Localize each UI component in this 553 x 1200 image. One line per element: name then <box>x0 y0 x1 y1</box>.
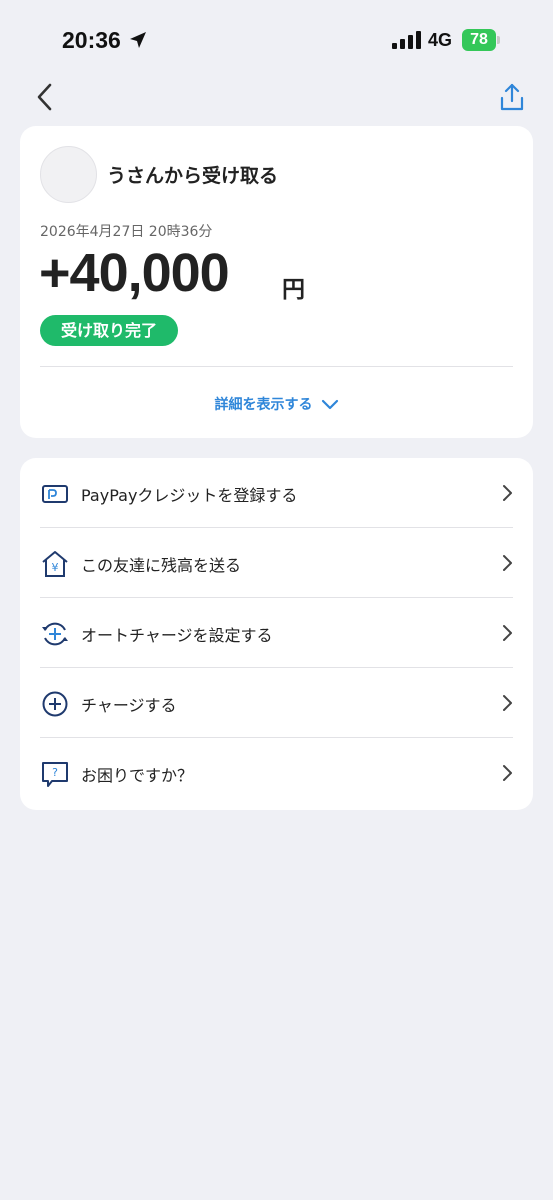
menu-item-help[interactable]: ? お困りですか？ <box>20 738 533 808</box>
cellular-signal-icon <box>392 31 421 49</box>
menu-item-send-balance[interactable]: ¥ この友達に残高を送る <box>20 528 533 598</box>
transaction-card: うさんから受け取る 2026年4月27日 20時36分 +40,000 円 受け… <box>20 126 533 438</box>
transaction-datetime: 2026年4月27日 20時36分 <box>40 224 213 240</box>
card-icon <box>42 485 68 503</box>
svg-text:?: ? <box>52 766 58 779</box>
divider <box>40 366 513 367</box>
menu-item-label: PayPayクレジットを登録する <box>81 486 298 505</box>
share-icon[interactable] <box>498 82 526 112</box>
network-type: 4G <box>428 30 453 50</box>
currency-unit: 円 <box>282 277 305 303</box>
house-yen-icon: ¥ <box>42 551 68 577</box>
battery-level: 78 <box>470 31 488 48</box>
chevron-right-icon <box>503 625 512 641</box>
status-time: 20:36 <box>62 27 121 53</box>
show-details-link[interactable]: 詳細を表示する <box>20 394 533 414</box>
battery-cap <box>497 36 500 44</box>
chevron-right-icon <box>503 485 512 501</box>
plus-circle-icon <box>42 691 68 717</box>
chevron-left-icon[interactable] <box>32 82 58 112</box>
auto-charge-icon <box>42 622 68 646</box>
menu-item-register-credit[interactable]: PayPayクレジットを登録する <box>20 458 533 528</box>
transaction-amount: +40,000 <box>39 243 230 303</box>
chevron-down-icon <box>321 399 338 410</box>
battery-icon: 78 <box>462 29 496 51</box>
avatar <box>40 146 97 203</box>
chevron-right-icon <box>503 765 512 781</box>
svg-text:¥: ¥ <box>52 561 59 574</box>
menu-item-label: この友達に残高を送る <box>81 556 242 575</box>
status-bar: 20:36 4G 78 <box>0 0 553 80</box>
status-badge: 受け取り完了 <box>40 315 179 346</box>
location-arrow-icon <box>130 32 146 48</box>
menu-item-auto-charge[interactable]: オートチャージを設定する <box>20 598 533 668</box>
menu-item-charge[interactable]: チャージする <box>20 668 533 738</box>
transaction-title: うさんから受け取る <box>107 165 279 187</box>
chevron-right-icon <box>503 695 512 711</box>
menu-item-label: オートチャージを設定する <box>81 626 273 645</box>
help-bubble-icon: ? <box>42 762 68 787</box>
action-menu: PayPayクレジットを登録する ¥ この友達に残高を送る オートチャージを設定… <box>20 458 533 810</box>
chevron-right-icon <box>503 555 512 571</box>
menu-item-label: お困りですか？ <box>81 766 194 785</box>
show-details-label: 詳細を表示する <box>214 397 313 413</box>
menu-item-label: チャージする <box>81 696 177 715</box>
